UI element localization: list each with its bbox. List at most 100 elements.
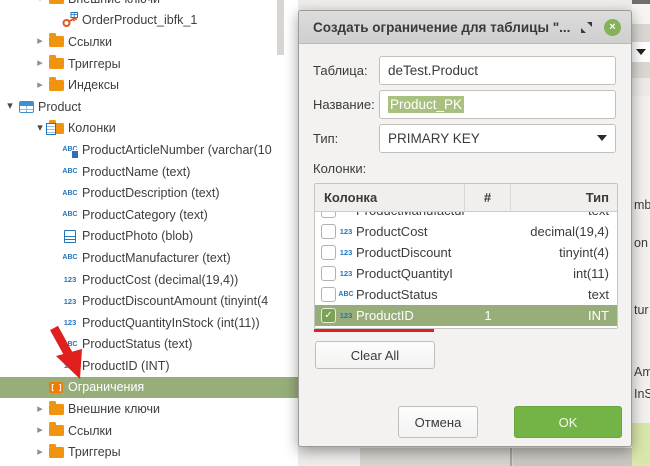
name-field[interactable]: Product_PK [379, 90, 616, 119]
tree-item-column[interactable]: ProductID (INT) [0, 355, 298, 377]
checkbox[interactable] [321, 287, 336, 302]
header-order[interactable]: # [465, 184, 511, 211]
tree-item-column[interactable]: ProductManufacturer (text) [0, 247, 298, 269]
number-column-icon [62, 358, 78, 374]
folder-icon [48, 77, 64, 93]
tree-item-triggers[interactable]: ▸ Триггеры [0, 441, 298, 463]
text-column-icon [62, 164, 78, 180]
tree-item-column[interactable]: ProductCost (decimal(19,4)) [0, 269, 298, 291]
chevron-collapsed-icon[interactable]: ▸ [32, 399, 48, 420]
table-field-label: Таблица: [299, 63, 379, 78]
cancel-button[interactable]: Отмена [398, 406, 478, 438]
tree-item-column[interactable]: ProductQuantityInStock (int(11)) [0, 312, 298, 334]
bg-text-fragment: on [634, 236, 648, 250]
object-tree: ▾ Внешние ключи OrderProduct_ibfk_1 ▸ [0, 0, 298, 463]
folder-icon [48, 56, 64, 72]
tree-item-column[interactable]: ProductStatus (text) [0, 334, 298, 356]
number-column-icon [336, 311, 356, 320]
bg-window-band [632, 78, 650, 96]
tree-item-product-table[interactable]: ▾ Product [0, 96, 298, 118]
tree-item-references[interactable]: ▸ Ссылки [0, 420, 298, 442]
folder-icon [48, 444, 64, 460]
grid-row-productid-selected[interactable]: ProductID 1 INT [315, 305, 617, 326]
chevron-collapsed-icon[interactable]: ▸ [32, 31, 48, 52]
text-column-icon [62, 336, 78, 352]
number-column-icon [62, 315, 78, 331]
header-column[interactable]: Колонка [315, 184, 465, 211]
type-dropdown-value: PRIMARY KEY [388, 131, 480, 146]
number-column-icon [336, 248, 356, 257]
table-field-value: deTest.Product [388, 63, 478, 78]
checkbox[interactable] [321, 266, 336, 281]
text-column-key-icon [62, 142, 78, 158]
number-column-icon [336, 227, 356, 236]
checkbox[interactable] [321, 212, 336, 218]
grid-row[interactable]: ProductCost decimal(19,4) [315, 221, 617, 242]
bg-text-fragment: tur [634, 303, 649, 317]
tree-item-columns-folder[interactable]: ▾ Колонки [0, 118, 298, 140]
chevron-collapsed-icon[interactable]: ▸ [32, 53, 48, 74]
bg-text-fragment: Am [634, 365, 650, 379]
text-column-icon [62, 207, 78, 223]
table-field[interactable]: deTest.Product [379, 56, 616, 85]
bg-window-band [632, 62, 650, 78]
tree-item-column[interactable]: ProductDiscountAmount (tinyint(4 [0, 290, 298, 312]
folder-icon [48, 401, 64, 417]
tree-item-constraints-selected[interactable]: Ограничения [0, 377, 298, 399]
tree-item-column[interactable]: ProductDescription (text) [0, 182, 298, 204]
number-column-icon [62, 293, 78, 309]
bg-divider [510, 448, 512, 466]
close-icon[interactable]: × [604, 19, 621, 36]
tree-item-foreign-keys[interactable]: ▸ Внешние ключи [0, 398, 298, 420]
chevron-collapsed-icon[interactable]: ▸ [32, 75, 48, 96]
number-column-icon [62, 272, 78, 288]
database-navigator-panel: ▾ Внешние ключи OrderProduct_ibfk_1 ▸ [0, 0, 298, 466]
bg-window-band [513, 448, 632, 466]
tree-item-indexes[interactable]: ▸ Индексы [0, 74, 298, 96]
columns-folder-icon [48, 120, 64, 136]
blob-column-icon [62, 228, 78, 244]
ok-button[interactable]: OK [514, 406, 622, 438]
bg-text-fragment: InS [634, 387, 650, 401]
grid-row[interactable]: ProductQuantityI int(11) [315, 263, 617, 284]
checkbox-checked[interactable] [321, 308, 336, 323]
tree-scrollbar[interactable] [277, 0, 284, 55]
bg-text-fragment: mb [634, 198, 650, 212]
checkbox[interactable] [321, 224, 336, 239]
create-constraint-dialog: Создать ограничение для таблицы "... × Т… [298, 10, 632, 447]
bg-window-band [632, 4, 650, 24]
text-column-icon [62, 250, 78, 266]
foreign-key-icon [62, 12, 78, 28]
columns-grid-header: Колонка # Тип [315, 184, 617, 212]
tree-item-column[interactable]: ProductArticleNumber (varchar(10 [0, 139, 298, 161]
tree-item-foreign-keys-top[interactable]: ▾ Внешние ключи [0, 0, 298, 10]
dialog-titlebar[interactable]: Создать ограничение для таблицы "... × [299, 11, 631, 44]
constraint-icon [48, 379, 64, 395]
grid-row-partial[interactable]: ProductManufacturer text [315, 212, 617, 221]
restore-window-icon[interactable] [578, 19, 594, 35]
annotation-underline [314, 329, 434, 332]
grid-row[interactable]: ProductDiscount tinyint(4) [315, 242, 617, 263]
folder-icon [48, 34, 64, 50]
type-dropdown[interactable]: PRIMARY KEY [379, 124, 616, 153]
header-type[interactable]: Тип [511, 184, 617, 211]
screen: mb on tur Am InS ▾ Внешние ключи [0, 0, 650, 466]
tree-item-column[interactable]: ProductPhoto (blob) [0, 226, 298, 248]
bg-green-row-sliver [632, 423, 650, 466]
chevron-collapsed-icon[interactable]: ▸ [32, 420, 48, 441]
tree-item-references-top[interactable]: ▸ Ссылки [0, 31, 298, 53]
chevron-expanded-icon[interactable]: ▾ [2, 96, 18, 117]
type-field-label: Тип: [299, 131, 379, 146]
text-column-icon [336, 291, 356, 298]
dialog-title: Создать ограничение для таблицы "... [313, 20, 578, 35]
columns-grid: Колонка # Тип ProductManufacturer text P… [314, 183, 618, 329]
clear-all-button[interactable]: Clear All [315, 341, 435, 369]
chevron-collapsed-icon[interactable]: ▸ [32, 442, 48, 463]
tree-item-triggers-top[interactable]: ▸ Триггеры [0, 53, 298, 75]
chevron-expanded-icon[interactable]: ▾ [32, 0, 48, 9]
tree-item-orderproduct-ibfk-1[interactable]: OrderProduct_ibfk_1 [0, 10, 298, 32]
tree-item-column[interactable]: ProductName (text) [0, 161, 298, 183]
grid-row[interactable]: ProductStatus text [315, 284, 617, 305]
checkbox[interactable] [321, 245, 336, 260]
tree-item-column[interactable]: ProductCategory (text) [0, 204, 298, 226]
